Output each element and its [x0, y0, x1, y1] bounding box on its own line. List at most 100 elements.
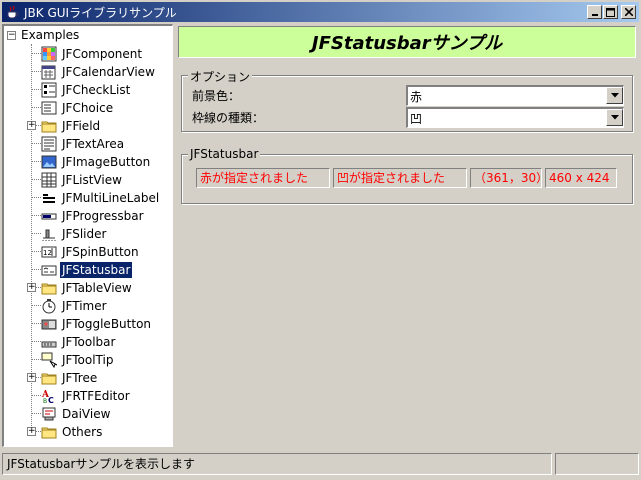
- tree-item-label[interactable]: JFTimer: [60, 298, 109, 314]
- fg-color-value: 赤: [410, 90, 423, 104]
- tree-item-label[interactable]: JFTextArea: [60, 136, 126, 152]
- tree-item-label[interactable]: JFToolTip: [60, 352, 115, 368]
- tree-branch-line: [32, 233, 41, 234]
- banner-title: JFStatusbarサンプル: [311, 33, 503, 54]
- close-button[interactable]: [621, 5, 636, 19]
- demo-pane-mouse-pos: （361，30）: [470, 168, 542, 188]
- tree-branch-line: [32, 323, 41, 324]
- root-collapse-toggle[interactable]: −: [7, 31, 16, 40]
- tree-item-label[interactable]: JFChoice: [60, 100, 115, 116]
- sample-banner: JFStatusbarサンプル: [178, 26, 636, 58]
- fg-color-dropdown-button[interactable]: [606, 87, 623, 104]
- demo-pane-size: 460 x 424: [545, 168, 617, 188]
- tree-branch-line: [32, 197, 41, 198]
- tree-expand-toggle[interactable]: +: [27, 373, 36, 382]
- tree-item-label[interactable]: JFImageButton: [60, 154, 152, 170]
- tree-item-label[interactable]: JFToggleButton: [60, 316, 153, 332]
- tree-expand-toggle[interactable]: +: [27, 427, 36, 436]
- svg-text:B: B: [43, 398, 47, 404]
- tree-branch-line: [32, 251, 41, 252]
- toolbar-icon: [41, 341, 57, 348]
- title-bar[interactable]: JBK GUIライブラリサンプル: [2, 2, 639, 22]
- tree-item-label[interactable]: JFTableView: [60, 280, 134, 296]
- dai-view-icon: [42, 407, 56, 421]
- border-type-label: 枠線の種類：: [192, 111, 265, 125]
- app-window: JBK GUIライブラリサンプル − Examples JFComponent J…: [0, 0, 641, 480]
- window-title: JBK GUIライブラリサンプル: [24, 5, 177, 20]
- multiline-label-icon: [43, 194, 55, 203]
- image-button-icon: [41, 155, 57, 169]
- timer-icon: [42, 299, 56, 314]
- chevron-down-icon: [610, 115, 619, 120]
- text-area-icon: [41, 136, 57, 152]
- tree-branch-line: [32, 269, 41, 270]
- calendar-icon: [41, 65, 56, 80]
- folder-icon: [41, 427, 57, 439]
- tree-branch-line: [32, 89, 41, 90]
- svg-text:12: 12: [43, 249, 52, 257]
- tree-item-label[interactable]: JFSpinButton: [60, 244, 141, 260]
- demo-pane-color: 赤が指定されました: [196, 168, 330, 188]
- tree-expand-toggle[interactable]: +: [27, 283, 36, 292]
- border-type-value: 凹: [410, 112, 423, 126]
- fg-color-select[interactable]: 赤: [406, 85, 624, 106]
- tree-branch-line: [32, 179, 41, 180]
- tree-item-label[interactable]: JFListView: [60, 172, 124, 188]
- tree-item-label[interactable]: JFCheckList: [60, 82, 132, 98]
- tree-item-label[interactable]: DaiView: [60, 406, 112, 422]
- tree-expand-toggle[interactable]: +: [27, 121, 36, 130]
- tree-item-label[interactable]: JFToolbar: [60, 334, 117, 350]
- tree-item-label[interactable]: JFStatusbar: [60, 262, 133, 278]
- window-controls: [587, 5, 636, 19]
- folder-icon: [41, 121, 57, 133]
- tree-item-label[interactable]: JFField: [60, 118, 102, 134]
- tree-branch-line: [32, 107, 41, 108]
- tree-branch-line: [32, 215, 41, 216]
- tree-branch-line: [32, 341, 41, 342]
- tree-branch-line: [32, 143, 41, 144]
- tree-branch-line: [32, 395, 41, 396]
- border-type-select[interactable]: 凹: [406, 107, 624, 128]
- spin-button-icon: 12: [41, 246, 57, 258]
- tree-branch-line: [32, 359, 41, 360]
- tree-branch-line: [32, 53, 41, 54]
- list-view-icon: [41, 172, 57, 188]
- statusbar-demo-title: JFStatusbar: [188, 147, 261, 161]
- maximize-icon: [606, 7, 615, 17]
- java-cup-icon: [6, 5, 20, 19]
- status-message: JFStatusbarサンプルを表示します: [2, 453, 552, 475]
- choice-icon: [41, 101, 57, 115]
- tooltip-icon: [41, 352, 57, 368]
- rtf-editor-icon: ACB: [41, 390, 54, 404]
- toggle-button-icon: [41, 319, 57, 330]
- folder-icon: [41, 373, 57, 385]
- tree-item-label[interactable]: JFTree: [60, 370, 99, 386]
- tree-branch-line: [32, 161, 41, 162]
- tree-item-label[interactable]: JFMultiLineLabel: [60, 190, 161, 206]
- minimize-button[interactable]: [587, 5, 602, 19]
- tree-item-label[interactable]: Others: [60, 424, 104, 440]
- status-bar: JFStatusbarサンプルを表示します: [2, 453, 639, 475]
- checklist-icon: [41, 82, 57, 98]
- status-secondary: [555, 453, 639, 475]
- options-group-title: オプション: [188, 68, 253, 85]
- maximize-button[interactable]: [603, 5, 618, 19]
- tree-branch-line: [32, 305, 41, 306]
- tree-item-label[interactable]: JFProgressbar: [60, 208, 146, 224]
- slider-icon: [42, 229, 56, 241]
- grid-color-icon: [41, 46, 57, 62]
- tree-item-label[interactable]: JFComponent: [60, 46, 144, 62]
- fg-color-label: 前景色：: [192, 89, 241, 103]
- examples-tree[interactable]: − Examples JFComponent JFCalendarView JFCh…: [2, 24, 173, 447]
- tree-branch-line: [32, 413, 41, 414]
- tree-item-label[interactable]: JFCalendarView: [60, 64, 157, 80]
- tree-branch-line: [32, 71, 41, 72]
- tree-item-label[interactable]: JFRTFEditor: [60, 388, 132, 404]
- border-type-dropdown-button[interactable]: [606, 109, 623, 126]
- demo-pane-border: 凹が指定されました: [333, 168, 467, 188]
- tree-root-label[interactable]: Examples: [19, 27, 81, 43]
- tree-item-label[interactable]: JFSlider: [60, 226, 108, 242]
- folder-icon: [41, 283, 57, 295]
- svg-text:C: C: [48, 396, 54, 404]
- statusbar-icon: [41, 265, 57, 276]
